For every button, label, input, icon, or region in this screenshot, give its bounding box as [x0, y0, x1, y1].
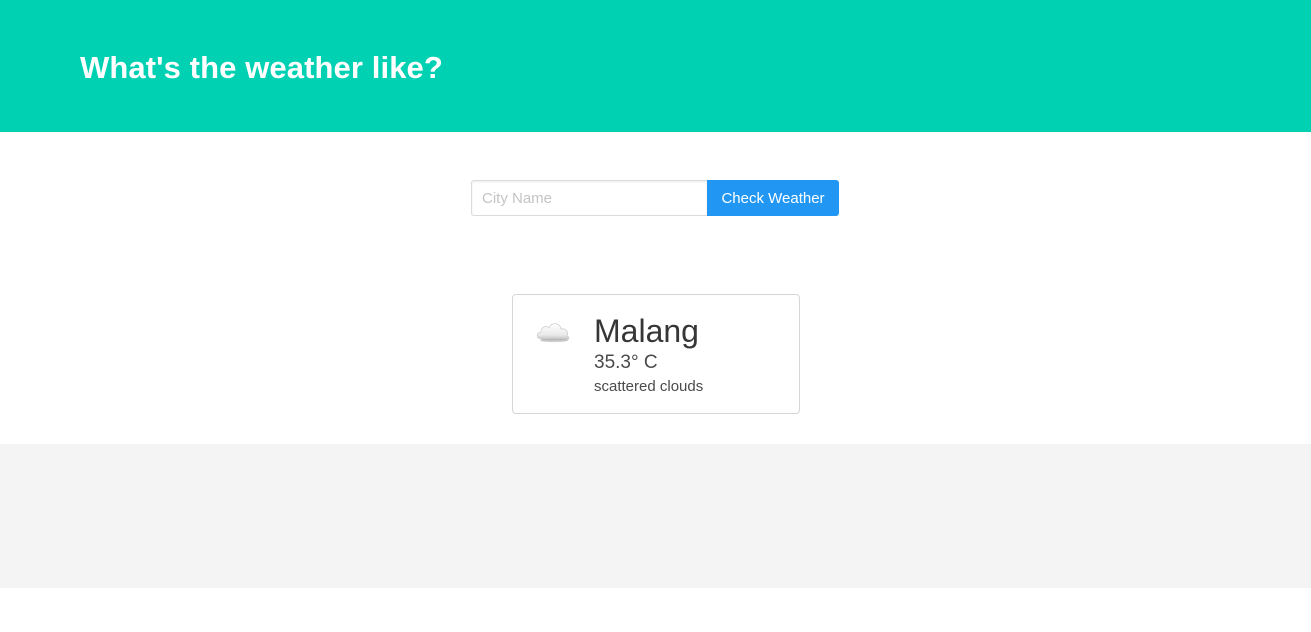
search-form: Check Weather: [471, 180, 839, 216]
city-name-input[interactable]: [471, 180, 707, 216]
weather-description: scattered clouds: [594, 378, 704, 395]
check-weather-button[interactable]: Check Weather: [707, 180, 839, 216]
footer: [0, 444, 1311, 588]
hero-header: What's the weather like?: [0, 0, 1311, 132]
page-title: What's the weather like?: [80, 50, 443, 85]
temperature: 35.3° C: [594, 352, 658, 373]
city-name: Malang: [594, 313, 699, 349]
cloud-icon: [535, 317, 573, 343]
weather-card: Malang 35.3° C scattered clouds: [512, 294, 800, 414]
